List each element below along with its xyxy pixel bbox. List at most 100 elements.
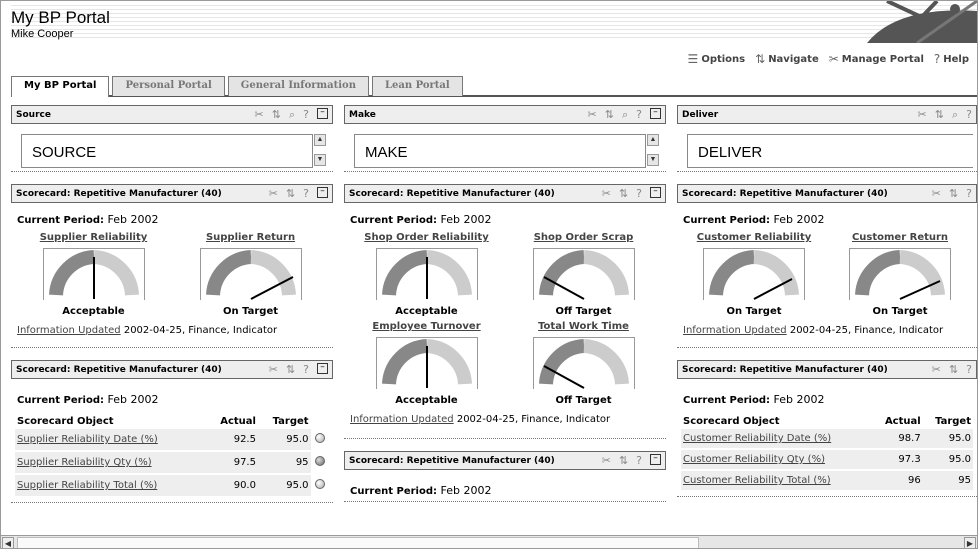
- table-row: Customer Reliability Qty (%) 97.3 95.0: [681, 449, 973, 471]
- refresh-icon[interactable]: ⇅: [272, 108, 281, 122]
- gauge-link[interactable]: Customer Reliability: [681, 232, 827, 243]
- refresh-icon[interactable]: ⇅: [949, 363, 958, 376]
- help-icon[interactable]: ?: [966, 187, 972, 200]
- customize-icon[interactable]: ✂: [588, 108, 597, 122]
- row-link[interactable]: Supplier Reliability Date (%): [15, 429, 206, 452]
- minimize-icon[interactable]: –: [650, 454, 661, 465]
- info-updated-text: 2002-04-25, Finance, Indicator: [123, 325, 278, 336]
- status-light-icon: [314, 479, 325, 489]
- gauge-svg: [48, 250, 139, 299]
- gauge-link[interactable]: Supplier Reliability: [15, 232, 172, 243]
- refresh-icon[interactable]: ⇅: [949, 187, 958, 200]
- info-updated-link[interactable]: Information Updated: [683, 325, 787, 336]
- scroll-down-icon[interactable]: ▼: [314, 154, 326, 166]
- zoom-icon[interactable]: ⌕: [952, 108, 958, 122]
- help-icon[interactable]: ?: [636, 108, 642, 122]
- manage-portal-icon: ✂: [828, 52, 839, 66]
- scroll-left-icon[interactable]: ◀: [2, 537, 14, 548]
- gauge-link[interactable]: Total Work Time: [505, 321, 662, 332]
- customize-icon[interactable]: ✂: [269, 187, 278, 200]
- refresh-icon[interactable]: ⇅: [619, 187, 628, 200]
- status-light-icon: [314, 433, 325, 443]
- row-target: 95: [922, 470, 973, 492]
- help-icon[interactable]: ?: [636, 187, 642, 200]
- status-light-icon: [314, 456, 325, 466]
- period-label: Current Period:: [683, 215, 770, 226]
- header-object: Scorecard Object: [17, 416, 114, 427]
- help-icon[interactable]: ?: [966, 363, 972, 376]
- help-icon[interactable]: ?: [303, 187, 309, 200]
- help-icon[interactable]: ?: [966, 108, 972, 122]
- textbox-scrollbar[interactable]: ▲ ▼: [314, 134, 326, 168]
- navigate-link[interactable]: ⇅ Navigate: [755, 52, 819, 66]
- row-link[interactable]: Customer Reliability Total (%): [681, 470, 873, 492]
- gauge-status: Acceptable: [62, 306, 125, 317]
- customize-icon[interactable]: ✂: [932, 187, 941, 200]
- row-link[interactable]: Supplier Reliability Qty (%): [15, 451, 206, 475]
- gauge-dial: [199, 248, 302, 300]
- portlet-title: Scorecard: Repetitive Manufacturer (40) …: [11, 184, 333, 203]
- portlet-title: Make ✂ ⇅ ⌕? –: [344, 105, 666, 124]
- zoom-icon[interactable]: ⌕: [289, 108, 295, 122]
- minimize-icon[interactable]: –: [650, 187, 661, 198]
- period-label: Current Period:: [17, 215, 104, 226]
- refresh-icon[interactable]: ⇅: [619, 454, 628, 467]
- customize-icon[interactable]: ✂: [602, 454, 611, 467]
- help-icon[interactable]: ?: [303, 108, 309, 122]
- row-link[interactable]: Customer Reliability Qty (%): [681, 449, 873, 471]
- row-link[interactable]: Supplier Reliability Total (%): [15, 474, 206, 498]
- row-actual: 98.7: [872, 429, 923, 450]
- refresh-icon[interactable]: ⇅: [605, 108, 614, 122]
- row-target: 95.0: [257, 429, 311, 452]
- row-link[interactable]: Customer Reliability Date (%): [681, 429, 873, 450]
- scroll-up-icon[interactable]: ▲: [647, 134, 659, 146]
- header-object: Scorecard Object: [683, 416, 780, 427]
- scroll-down-icon[interactable]: ▼: [647, 154, 659, 166]
- gauge-link[interactable]: Employee Turnover: [348, 321, 505, 332]
- minimize-icon[interactable]: –: [317, 187, 328, 198]
- customize-icon[interactable]: ✂: [602, 187, 611, 200]
- help-icon[interactable]: ?: [303, 363, 309, 376]
- gauge-link[interactable]: Shop Order Scrap: [505, 232, 662, 243]
- refresh-icon[interactable]: ⇅: [286, 187, 295, 200]
- gauge-status: Off Target: [555, 306, 612, 317]
- tab-lean-portal[interactable]: Lean Portal: [371, 76, 463, 96]
- gauge-link[interactable]: Customer Return: [827, 232, 973, 243]
- scroll-up-icon[interactable]: ▲: [314, 134, 326, 146]
- minimize-icon[interactable]: –: [650, 108, 661, 119]
- customize-icon[interactable]: ✂: [918, 108, 927, 122]
- customize-icon[interactable]: ✂: [269, 363, 278, 376]
- refresh-icon[interactable]: ⇅: [286, 363, 295, 376]
- info-updated-link[interactable]: Information Updated: [350, 414, 454, 425]
- gauge-link[interactable]: Supplier Return: [172, 232, 329, 243]
- gauge-dial: [703, 248, 805, 300]
- refresh-icon[interactable]: ⇅: [935, 108, 944, 122]
- info-updated-link[interactable]: Information Updated: [17, 325, 121, 336]
- header-target: Target: [272, 416, 309, 427]
- minimize-icon[interactable]: –: [317, 363, 328, 374]
- info-updated: Information Updated 2002-04-25, Finance,…: [17, 325, 329, 336]
- period-value: Feb 2002: [107, 213, 159, 226]
- textbox-scrollbar[interactable]: ▲ ▼: [647, 134, 659, 168]
- horizontal-scrollbar[interactable]: ◀ ▶: [1, 535, 977, 548]
- scrollbar-thumb[interactable]: [17, 537, 699, 548]
- customize-icon[interactable]: ✂: [255, 108, 264, 122]
- customize-icon[interactable]: ✂: [932, 363, 941, 376]
- portlet-title: Scorecard: Repetitive Manufacturer (40) …: [677, 360, 977, 379]
- options-link[interactable]: ☰ Options: [688, 52, 746, 66]
- manage-portal-link[interactable]: ✂ Manage Portal: [829, 52, 924, 66]
- minimize-icon[interactable]: –: [317, 108, 328, 119]
- tab-my-bp-portal[interactable]: My BP Portal: [11, 76, 110, 97]
- zoom-icon[interactable]: ⌕: [622, 108, 628, 122]
- scorecard-gauges-portlet: Scorecard: Repetitive Manufacturer (40) …: [677, 184, 977, 348]
- help-icon: ?: [933, 52, 941, 66]
- scorecard-table: Scorecard Object Actual Target Customer Re…: [681, 414, 973, 492]
- tab-general-information[interactable]: General Information: [227, 76, 369, 96]
- help-link[interactable]: ? Help: [934, 52, 969, 66]
- help-icon[interactable]: ?: [636, 454, 642, 467]
- gauge-shop-order-reliability: Shop Order Reliability Acceptable: [348, 232, 505, 317]
- tab-personal-portal[interactable]: Personal Portal: [112, 76, 225, 96]
- scroll-right-icon[interactable]: ▶: [964, 537, 976, 548]
- gauge-link[interactable]: Shop Order Reliability: [348, 232, 505, 243]
- portlet-title-text: Scorecard: Repetitive Manufacturer (40): [16, 189, 222, 199]
